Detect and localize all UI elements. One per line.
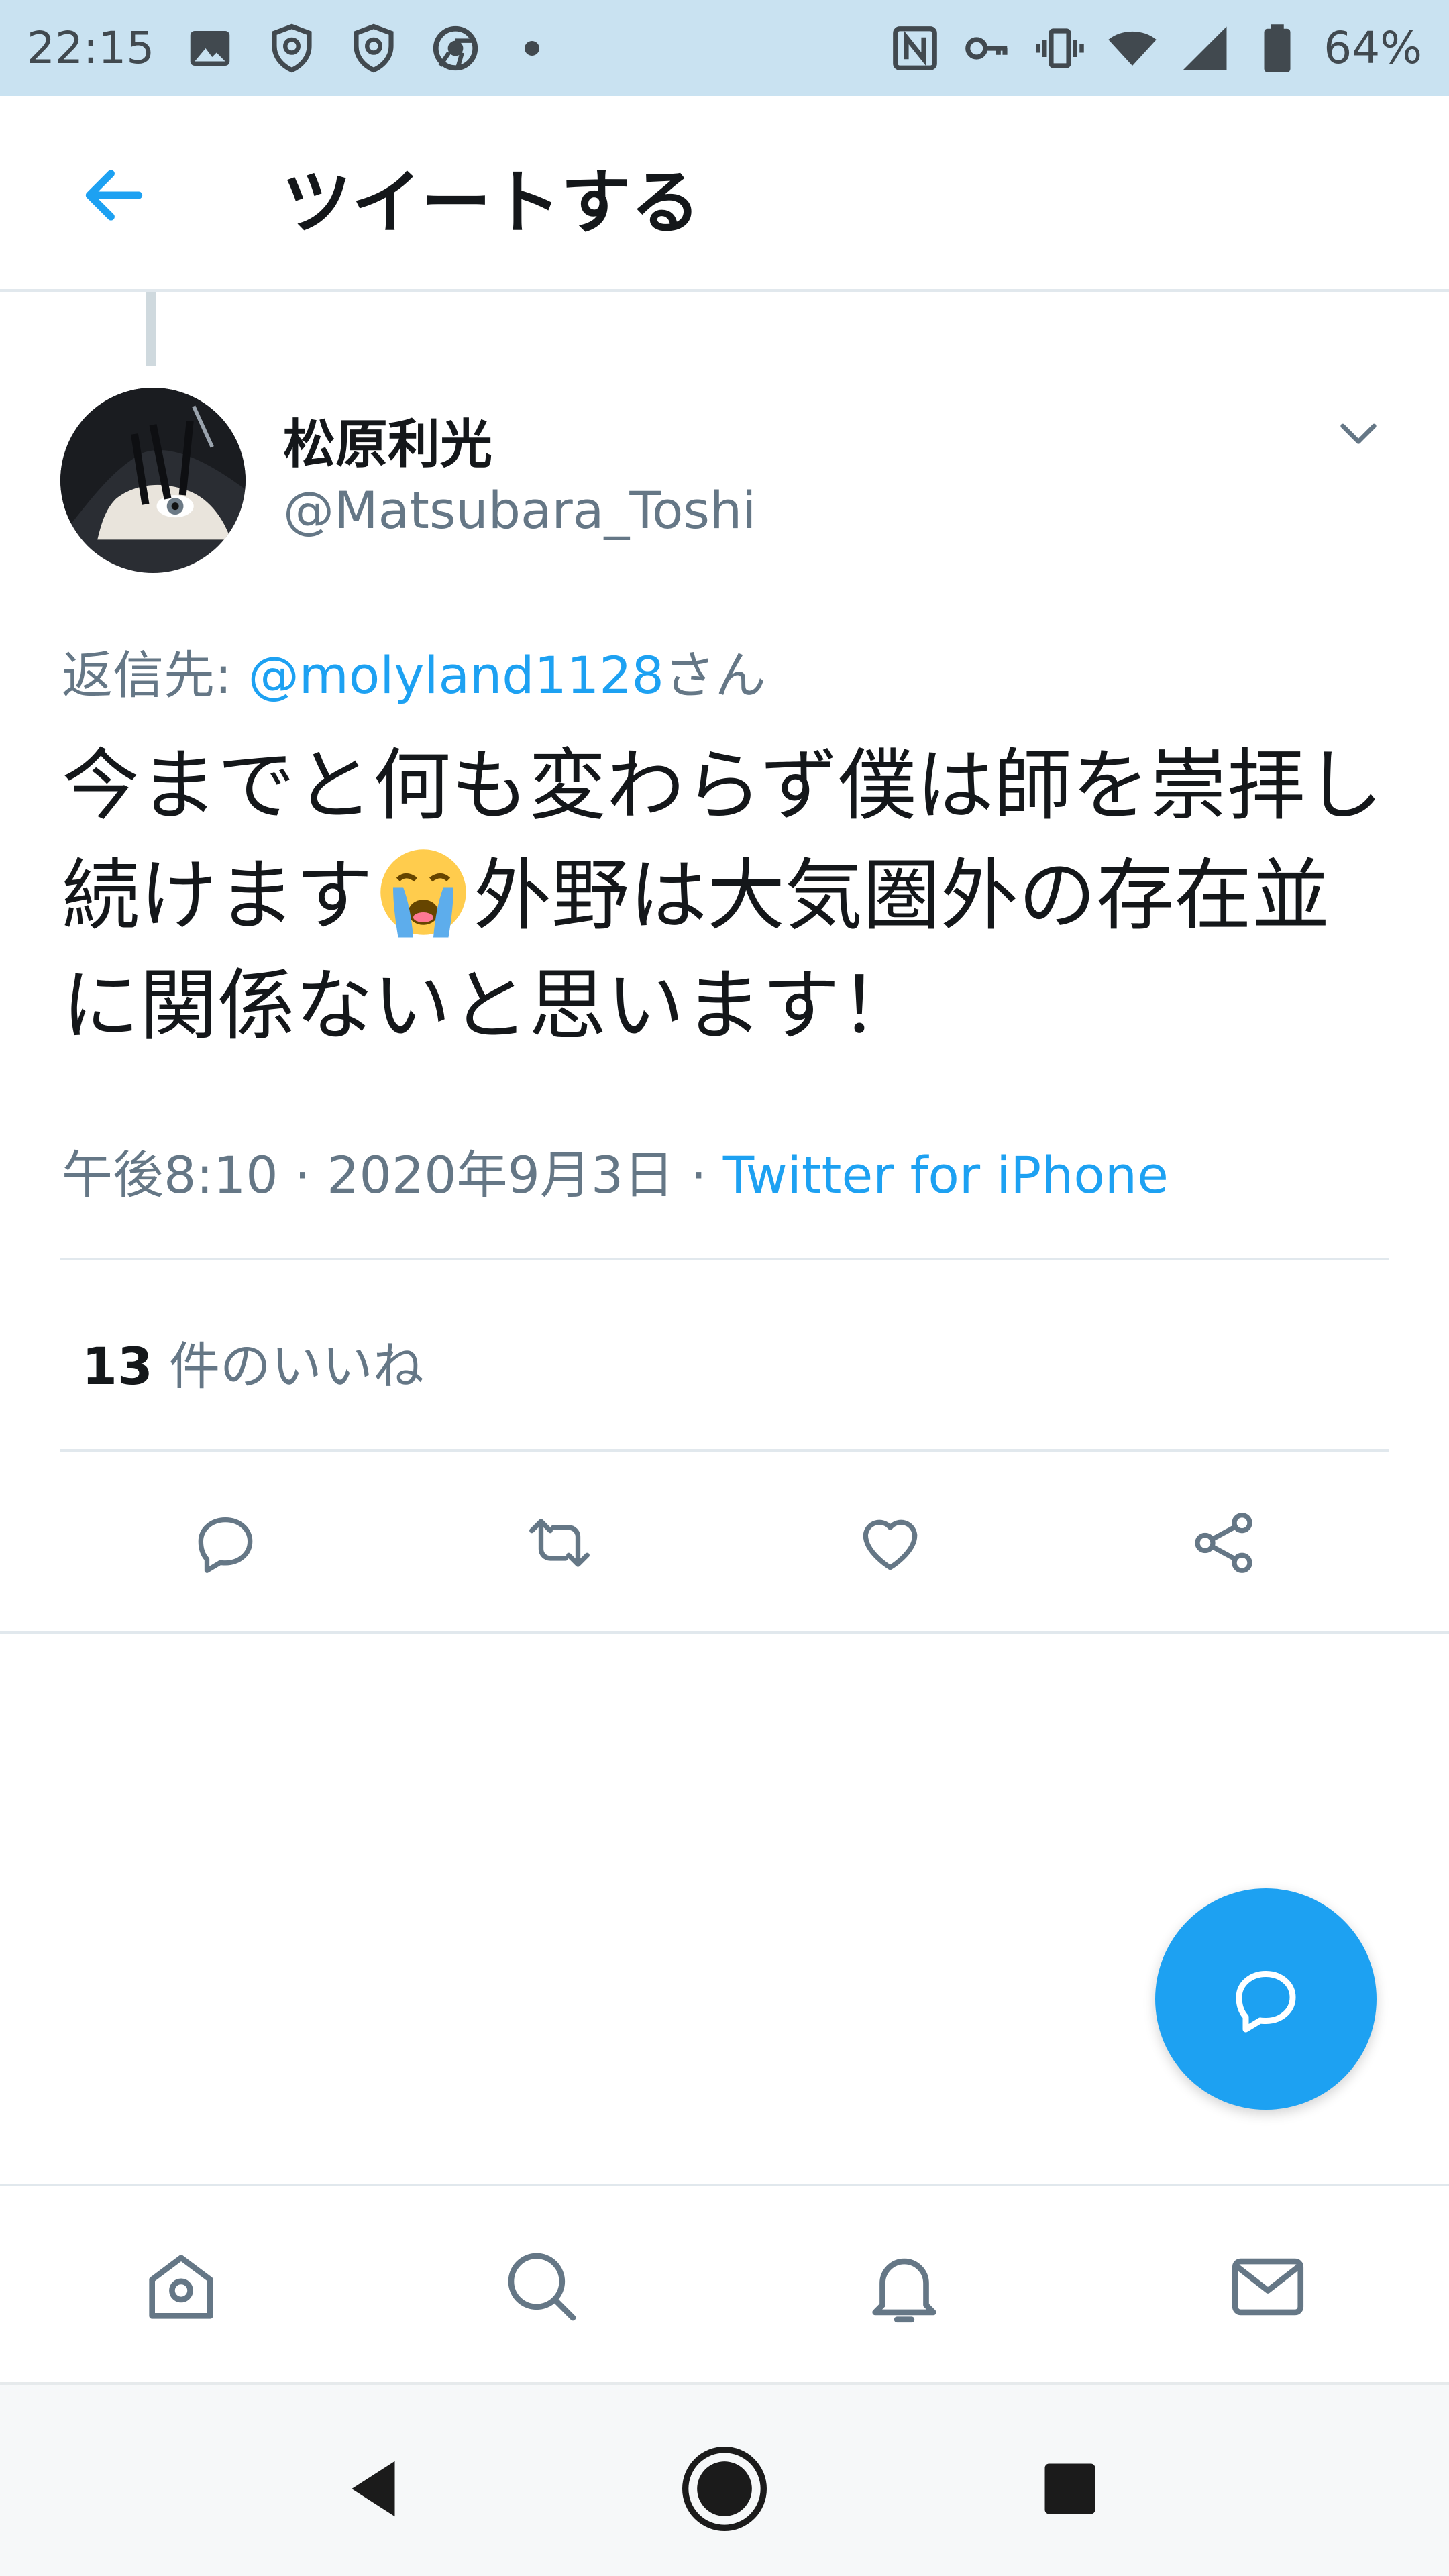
battery-percent: 64%: [1324, 22, 1422, 74]
reply-icon: [198, 1517, 253, 1573]
shield-icon: [266, 22, 318, 74]
avatar[interactable]: [60, 388, 246, 573]
home-icon: [149, 2255, 213, 2319]
retweet-icon: [529, 1519, 590, 1567]
tweet-text: 今までと何も変わらず僕は師を崇拝し続けます 外野は大気圏外の存在並に関係ないと思い…: [62, 731, 1403, 1061]
notifications-icon: [872, 2258, 936, 2323]
vibrate-icon: [1034, 22, 1086, 74]
tweet-options-button[interactable]: [1328, 402, 1389, 463]
tweet-source-link[interactable]: Twitter for iPhone: [723, 1145, 1169, 1205]
reply-icon: [1236, 1971, 1296, 2033]
tab-search[interactable]: [495, 2240, 589, 2334]
nav-recents-button[interactable]: [1020, 2438, 1120, 2539]
chevron-down-icon: [1340, 423, 1377, 444]
display-name[interactable]: 松原利光: [283, 402, 492, 478]
page-title: ツイートする: [282, 162, 701, 244]
messages-icon: [1232, 2258, 1304, 2316]
reply-button[interactable]: [185, 1503, 266, 1583]
likes-count-link[interactable]: 13 件のいいね: [82, 1325, 424, 1399]
reply-prefix: 返信先:: [62, 645, 248, 705]
divider: [60, 1449, 1389, 1452]
nav-back-button[interactable]: [326, 2438, 427, 2539]
tweet-meta: 午後8:10 · 2020年9月3日 · Twitter for iPhone: [62, 1134, 1169, 1208]
triangle-back-icon: [352, 2461, 395, 2517]
signal-icon: [1179, 22, 1231, 74]
likes-label: 件のいいね: [152, 1336, 424, 1396]
tab-home[interactable]: [134, 2240, 228, 2334]
back-button[interactable]: [74, 162, 154, 229]
share-button[interactable]: [1183, 1503, 1264, 1583]
thread-connector: [146, 292, 156, 366]
search-icon: [508, 2253, 576, 2321]
like-button[interactable]: [850, 1503, 930, 1583]
share-icon: [1195, 1513, 1252, 1573]
battery-icon: [1251, 22, 1303, 74]
likes-count: 13: [82, 1336, 153, 1396]
divider: [0, 1631, 1449, 1634]
like-icon: [863, 1519, 918, 1570]
reply-to-line: 返信先: @molyland1128さん: [62, 634, 766, 708]
bottom-tab-bar: [0, 2184, 1449, 2382]
system-nav-bar: [0, 2382, 1449, 2576]
reply-suffix: さん: [663, 645, 766, 705]
tweet-timestamp[interactable]: 午後8:10 · 2020年9月3日 ·: [62, 1145, 723, 1205]
tab-notifications[interactable]: [857, 2240, 951, 2334]
notification-dot: [525, 40, 540, 56]
reply-mention-link[interactable]: @molyland1128: [248, 645, 664, 705]
nav-home-button[interactable]: [674, 2438, 775, 2539]
user-handle[interactable]: @Matsubara_Toshi: [283, 480, 756, 540]
tab-messages[interactable]: [1221, 2240, 1315, 2334]
crying-face-emoji-icon: [373, 842, 474, 943]
nfc-icon: [889, 22, 941, 74]
arrow-left-icon: [85, 170, 143, 221]
retweet-button[interactable]: [519, 1503, 600, 1583]
key-icon: [961, 22, 1014, 74]
image-icon: [184, 22, 236, 74]
divider: [60, 1258, 1389, 1260]
circle-home-icon: [682, 2447, 767, 2531]
wifi-icon: [1106, 22, 1159, 74]
shield-icon: [347, 22, 400, 74]
square-recents-icon: [1044, 2463, 1095, 2514]
app-header: ツイートする: [0, 96, 1449, 292]
tweet-actions: [0, 1503, 1449, 1583]
chrome-icon: [429, 22, 482, 74]
status-bar: 22:15 64%: [0, 0, 1449, 96]
compose-reply-fab[interactable]: [1155, 1888, 1377, 2110]
status-time: 22:15: [27, 22, 155, 74]
